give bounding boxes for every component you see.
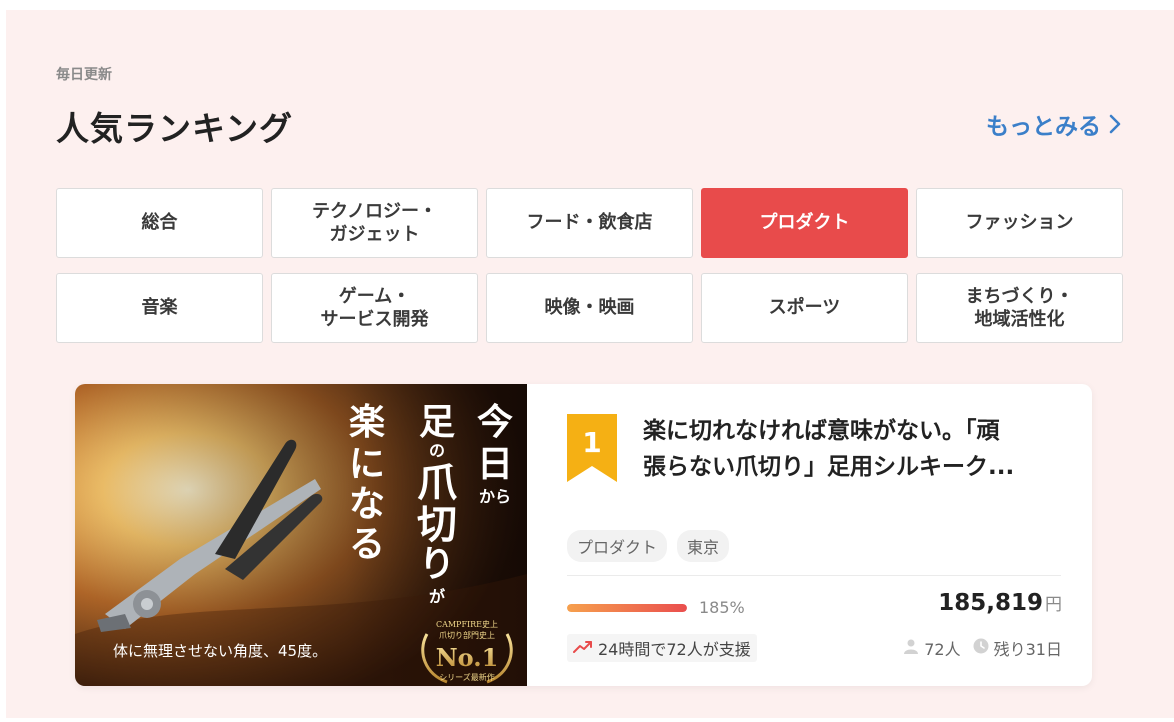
support-text: 24時間で72人が支援: [598, 640, 751, 659]
chevron-right-icon: [1109, 114, 1121, 134]
svg-text:日: 日: [477, 443, 513, 485]
svg-text:る: る: [349, 523, 385, 565]
category-tab-food[interactable]: フード・飲食店: [486, 188, 693, 258]
category-tab-technology[interactable]: テクノロジー・ ガジェット: [271, 188, 478, 258]
tag-location[interactable]: 東京: [677, 530, 730, 562]
category-tab-film[interactable]: 映像・映画: [486, 273, 693, 343]
svg-text:り: り: [419, 543, 455, 585]
eyebrow-text: 毎日更新: [56, 67, 112, 83]
svg-text:な: な: [349, 483, 385, 525]
progress-bar: [567, 604, 687, 612]
svg-text:から: から: [479, 487, 511, 506]
rank-number: 1: [582, 426, 602, 459]
progress-percent: 185%: [699, 598, 745, 617]
project-title-line1: 楽に切れなければ意味がない。「頑: [643, 418, 1000, 444]
image-caption: 体に無理させない角度、45度。: [113, 642, 327, 660]
amount-value: 185,819: [938, 590, 1043, 616]
see-more-link[interactable]: もっとみる: [986, 107, 1121, 141]
rank-badge: 1: [567, 414, 617, 482]
trending-up-icon: [573, 639, 593, 658]
svg-text:足: 足: [419, 401, 455, 443]
progress-fill: [567, 604, 687, 612]
category-tab-sports[interactable]: スポーツ: [701, 273, 908, 343]
clock-icon: [973, 638, 989, 658]
days-left-label: 残り31日: [993, 640, 1062, 659]
tag-category[interactable]: プロダクト: [567, 530, 668, 562]
category-tabs: 総合 テクノロジー・ ガジェット フード・飲食店 プロダクト ファッション 音楽…: [56, 188, 1124, 343]
svg-text:に: に: [349, 443, 385, 485]
category-tab-product[interactable]: プロダクト: [701, 188, 908, 258]
see-more-label: もっとみる: [986, 114, 1101, 140]
svg-text:楽: 楽: [349, 401, 385, 443]
svg-text:シリーズ最新作: シリーズ最新作: [439, 672, 495, 682]
ranking-card[interactable]: 今 日 から 足 の 爪 切 り が 楽 に な る 体に無理させない角度、45…: [75, 384, 1092, 686]
project-title[interactable]: 楽に切れなければ意味がない。「頑 張らない爪切り」足用シルキーク...: [643, 414, 1063, 485]
svg-text:No.1: No.1: [436, 643, 499, 672]
backer-count: 72人: [903, 636, 961, 660]
category-tab-overall[interactable]: 総合: [56, 188, 263, 258]
section-title: 人気ランキング: [56, 109, 294, 148]
amount-unit: 円: [1045, 595, 1062, 615]
svg-text:爪切り部門史上: 爪切り部門史上: [439, 630, 495, 640]
backers-label: 72人: [924, 640, 961, 659]
tag-list: プロダクト 東京: [567, 530, 730, 562]
support-trend: 24時間で72人が支援: [567, 634, 757, 662]
svg-text:切: 切: [417, 501, 457, 548]
category-tab-game[interactable]: ゲーム・ サービス開発: [271, 273, 478, 343]
project-image[interactable]: 今 日 から 足 の 爪 切 り が 楽 に な る 体に無理させない角度、45…: [75, 384, 527, 686]
category-tab-community[interactable]: まちづくり・ 地域活性化: [916, 273, 1123, 343]
project-title-line2: 張らない爪切り」足用シルキーク...: [643, 453, 1015, 480]
funding-amount: 185,819 円: [938, 590, 1062, 616]
category-tab-fashion[interactable]: ファッション: [916, 188, 1123, 258]
person-icon: [903, 638, 919, 658]
svg-text:今: 今: [477, 401, 513, 443]
svg-text:爪: 爪: [417, 459, 457, 506]
svg-text:の: の: [429, 441, 445, 460]
divider: [567, 575, 1061, 576]
days-left: 残り31日: [973, 636, 1062, 660]
svg-text:CAMPFIRE史上: CAMPFIRE史上: [436, 619, 498, 629]
category-tab-music[interactable]: 音楽: [56, 273, 263, 343]
project-meta: 72人 残り31日: [903, 634, 1062, 662]
svg-text:が: が: [429, 587, 445, 606]
